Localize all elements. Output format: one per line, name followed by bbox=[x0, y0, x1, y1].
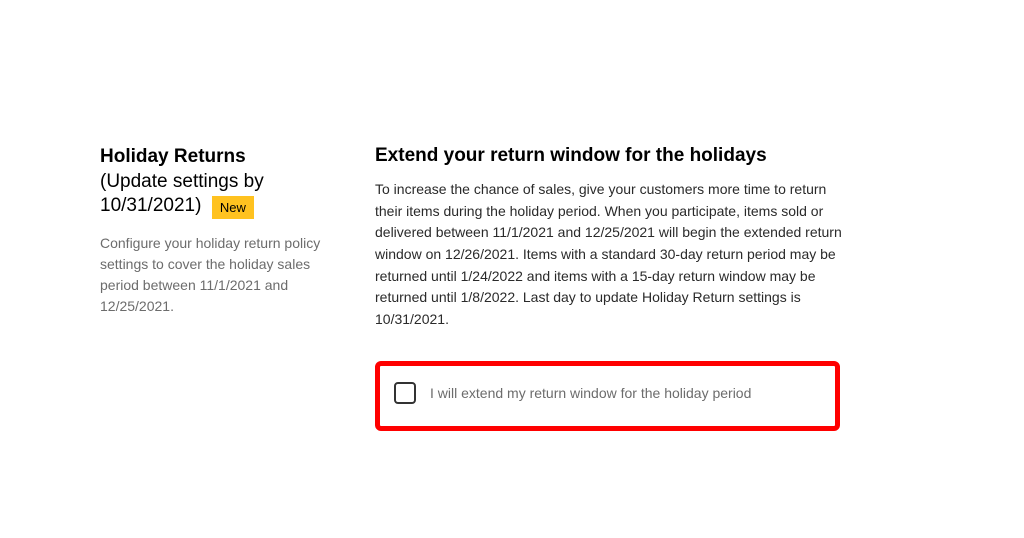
sidebar: Holiday Returns (Update settings by 10/3… bbox=[100, 145, 335, 431]
checkbox-label: I will extend my return window for the h… bbox=[430, 385, 751, 401]
main-content: Extend your return window for the holida… bbox=[375, 145, 845, 431]
section-title: Holiday Returns bbox=[100, 146, 246, 167]
settings-panel: Holiday Returns (Update settings by 10/3… bbox=[100, 145, 964, 431]
new-badge: New bbox=[212, 196, 254, 219]
highlight-box: I will extend my return window for the h… bbox=[375, 361, 840, 431]
section-description: Configure your holiday return policy set… bbox=[100, 233, 335, 317]
checkbox-row: I will extend my return window for the h… bbox=[394, 382, 821, 404]
extend-return-checkbox[interactable] bbox=[394, 382, 416, 404]
main-description: To increase the chance of sales, give yo… bbox=[375, 179, 845, 331]
main-title: Extend your return window for the holida… bbox=[375, 145, 845, 167]
section-heading: Holiday Returns (Update settings by 10/3… bbox=[100, 145, 335, 219]
